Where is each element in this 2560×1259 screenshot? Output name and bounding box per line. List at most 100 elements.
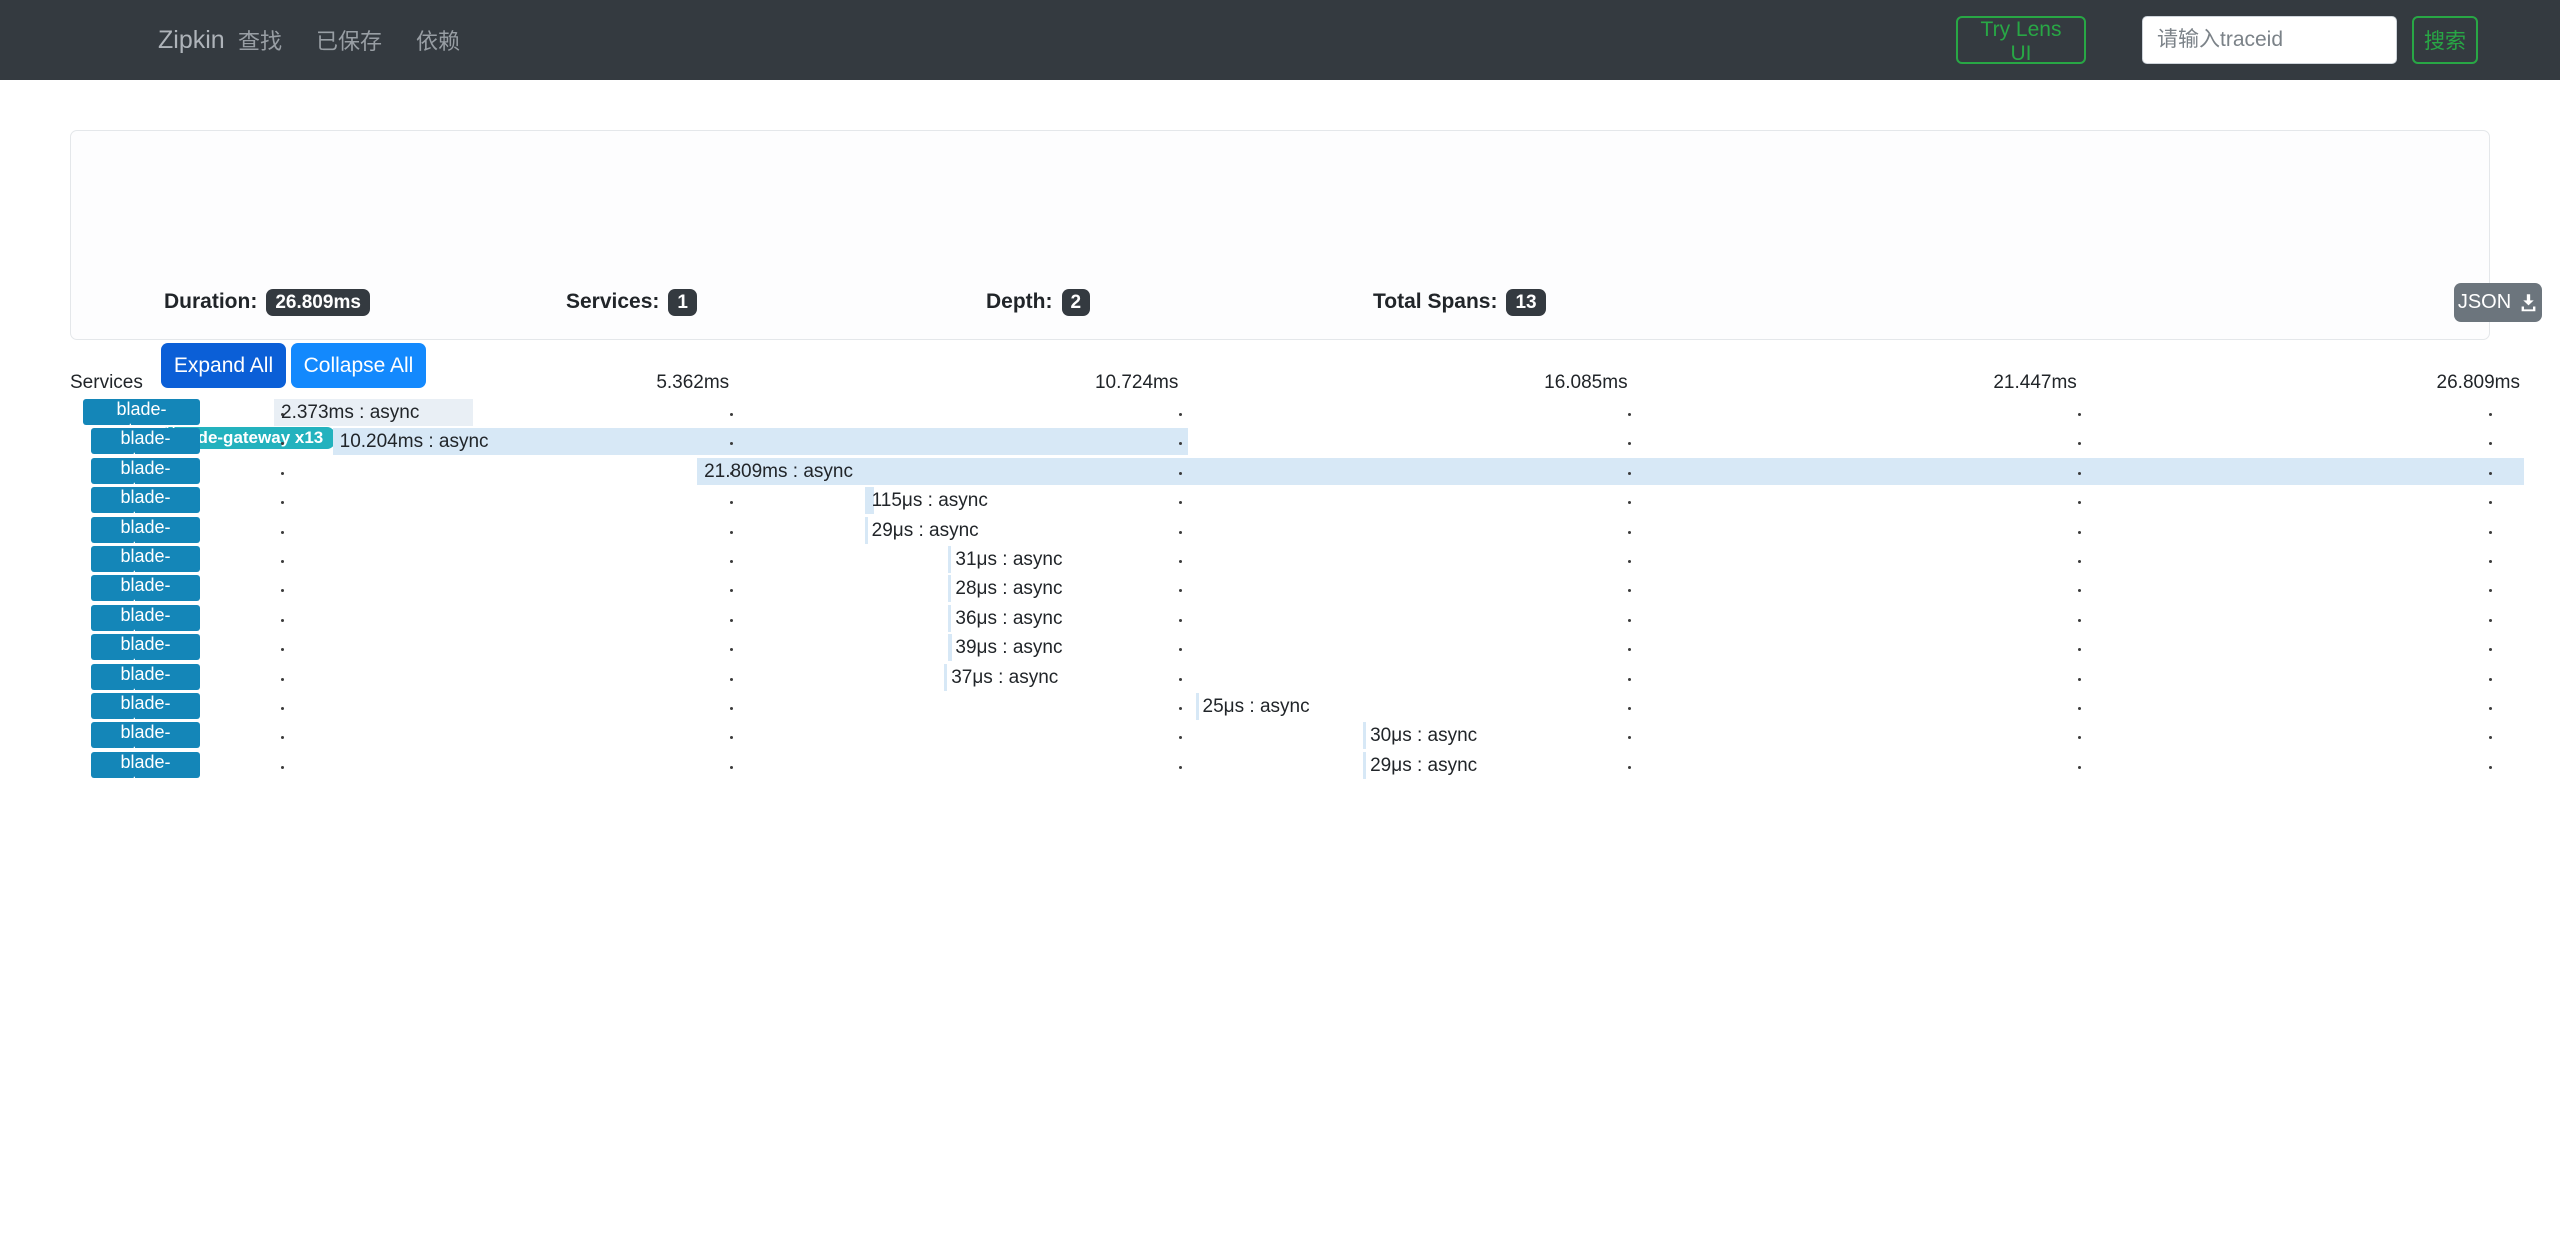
nav-item-find[interactable]: 查找 bbox=[238, 24, 282, 56]
trace-row[interactable]: blade-gateway28μs : async bbox=[0, 574, 2560, 603]
tick-dot bbox=[2489, 442, 2492, 445]
tick-dot bbox=[2489, 619, 2492, 622]
tick-dot bbox=[2489, 678, 2492, 681]
tick-dot bbox=[1179, 619, 1182, 622]
row-timeline: 10.204ms : async bbox=[274, 427, 2520, 456]
service-button[interactable]: blade-gateway bbox=[91, 693, 200, 719]
tick-dot bbox=[281, 766, 284, 769]
tick-dot bbox=[2078, 619, 2081, 622]
nav-item-saved[interactable]: 已保存 bbox=[316, 24, 382, 56]
tick-dot bbox=[281, 707, 284, 710]
service-button[interactable]: blade-gateway bbox=[91, 752, 200, 778]
tick-label: 5.362ms bbox=[656, 372, 729, 394]
tick-dot bbox=[2078, 472, 2081, 475]
service-button[interactable]: blade-gateway bbox=[91, 517, 200, 543]
timeline-ticks: 5.362ms 10.724ms 16.085ms 21.447ms 26.80… bbox=[274, 372, 2520, 398]
row-timeline: 29μs : async bbox=[274, 751, 2520, 780]
service-button[interactable]: blade-gateway bbox=[91, 634, 200, 660]
tick-label: 16.085ms bbox=[1544, 372, 1627, 394]
tick-dot bbox=[730, 501, 733, 504]
row-timeline: 21.809ms : async bbox=[274, 457, 2520, 486]
search-button[interactable]: 搜索 bbox=[2412, 16, 2478, 64]
service-button[interactable]: blade-gateway bbox=[91, 722, 200, 748]
span-bar bbox=[948, 575, 951, 602]
tick-dot bbox=[281, 560, 284, 563]
service-button[interactable]: blade-gateway bbox=[91, 487, 200, 513]
trace-row[interactable]: blade-gateway 25μs : async bbox=[0, 692, 2560, 721]
row-timeline: 30μs : async bbox=[274, 721, 2520, 750]
tick-dot bbox=[1179, 413, 1182, 416]
tick-dot bbox=[1628, 560, 1631, 563]
trace-row[interactable]: blade-gateway 115μs : async bbox=[0, 486, 2560, 515]
tick-dot bbox=[1179, 531, 1182, 534]
trace-row[interactable]: blade-gateway 29μs : async bbox=[0, 751, 2560, 780]
trace-row[interactable]: blade-gateway 10.204ms : async bbox=[0, 427, 2560, 456]
row-timeline: 2.373ms : async bbox=[274, 398, 2520, 427]
tick-dot bbox=[1628, 736, 1631, 739]
json-download-button[interactable]: JSON bbox=[2454, 283, 2542, 322]
trace-row[interactable]: blade-gateway29μs : async bbox=[0, 516, 2560, 545]
tick-dot bbox=[1628, 678, 1631, 681]
span-bar bbox=[948, 605, 951, 632]
tick-dot bbox=[281, 472, 284, 475]
tick-dot bbox=[2489, 472, 2492, 475]
trace-row[interactable]: blade-gateway31μs : async bbox=[0, 545, 2560, 574]
trace-row[interactable]: blade-gateway 30μs : async bbox=[0, 721, 2560, 750]
tick-dot bbox=[2489, 766, 2492, 769]
tick-dot bbox=[730, 766, 733, 769]
service-button[interactable]: blade-gateway bbox=[91, 546, 200, 572]
tick-dot bbox=[730, 560, 733, 563]
service-button[interactable]: blade-gateway bbox=[91, 575, 200, 601]
trace-row[interactable]: blade-gateway 2.373ms : async bbox=[0, 398, 2560, 427]
services-value-badge: 1 bbox=[668, 289, 697, 316]
span-bar bbox=[948, 546, 951, 573]
span-duration-label: 25μs : async bbox=[1203, 696, 1310, 718]
span-bar bbox=[1363, 752, 1366, 779]
row-timeline: 115μs : async bbox=[274, 486, 2520, 515]
tick-dot bbox=[2489, 736, 2492, 739]
tick-dot bbox=[730, 413, 733, 416]
tick-dot bbox=[1179, 648, 1182, 651]
navbar: Zipkin 查找 已保存 依赖 Try Lens UI 搜索 bbox=[0, 0, 2560, 80]
service-button[interactable]: blade-gateway bbox=[91, 605, 200, 631]
row-timeline: 25μs : async bbox=[274, 692, 2520, 721]
services-label: Services: bbox=[566, 290, 659, 314]
tick-dot bbox=[2078, 501, 2081, 504]
duration-label: Duration: bbox=[164, 290, 257, 314]
span-duration-label: 39μs : async bbox=[955, 637, 1062, 659]
tick-dot bbox=[2489, 560, 2492, 563]
span-duration-label: 21.809ms : async bbox=[704, 461, 853, 483]
trace-rows: blade-gateway2.373ms : asyncblade-gatewa… bbox=[0, 398, 2560, 780]
try-lens-ui-button[interactable]: Try Lens UI bbox=[1956, 16, 2086, 64]
tick-dot bbox=[1179, 472, 1182, 475]
span-duration-label: 115μs : async bbox=[872, 490, 988, 512]
tick-dot bbox=[1179, 501, 1182, 504]
service-button[interactable]: blade-gateway bbox=[91, 458, 200, 484]
tick-label: 21.447ms bbox=[1993, 372, 2076, 394]
trace-row[interactable]: blade-gateway 39μs : async bbox=[0, 633, 2560, 662]
trace-row[interactable]: blade-gateway 37μs : async bbox=[0, 663, 2560, 692]
traceid-search-input[interactable] bbox=[2142, 16, 2397, 64]
span-bar bbox=[1363, 722, 1366, 749]
nav-links: 查找 已保存 依赖 bbox=[238, 0, 460, 80]
nav-item-dependencies[interactable]: 依赖 bbox=[416, 24, 460, 56]
service-button[interactable]: blade-gateway bbox=[91, 664, 200, 690]
stat-depth: Depth: 2 bbox=[986, 286, 1090, 318]
trace-row[interactable]: blade-gateway 21.809ms : async bbox=[0, 457, 2560, 486]
brand-link[interactable]: Zipkin bbox=[158, 0, 225, 80]
service-button[interactable]: blade-gateway bbox=[83, 399, 200, 425]
total-spans-value-badge: 13 bbox=[1506, 289, 1545, 316]
depth-label: Depth: bbox=[986, 290, 1053, 314]
tick-dot bbox=[2489, 413, 2492, 416]
tick-dot bbox=[730, 619, 733, 622]
tick-dot bbox=[1628, 531, 1631, 534]
depth-value-badge: 2 bbox=[1062, 289, 1091, 316]
zipkin-trace-page: Zipkin 查找 已保存 依赖 Try Lens UI 搜索 Duration… bbox=[0, 0, 2560, 1259]
tick-dot bbox=[1628, 442, 1631, 445]
tick-dot bbox=[1628, 707, 1631, 710]
trace-row[interactable]: blade-gateway36μs : async bbox=[0, 604, 2560, 633]
row-timeline: 37μs : async bbox=[274, 663, 2520, 692]
tick-dot bbox=[2489, 501, 2492, 504]
tick-dot bbox=[2078, 766, 2081, 769]
service-button[interactable]: blade-gateway bbox=[91, 428, 200, 454]
